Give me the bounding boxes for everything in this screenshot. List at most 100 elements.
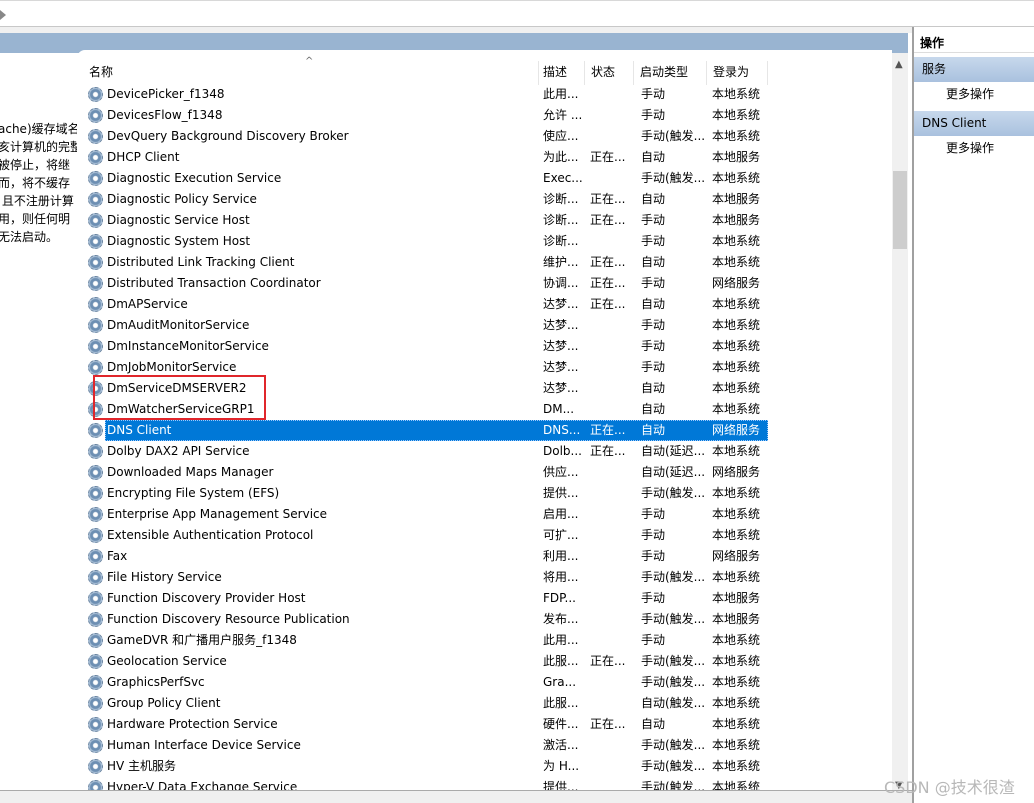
cell-logon-as: 网络服务 <box>712 276 761 290</box>
service-row[interactable]: Hardware Protection Service 硬件... 正在... 自动 本… <box>77 714 892 735</box>
cell-name: Diagnostic Policy Service <box>107 192 257 206</box>
cell-logon-as: 本地系统 <box>712 402 761 416</box>
cell-logon-as: 本地服务 <box>712 612 761 626</box>
service-row[interactable]: Fax 利用... 手动 网络服务 <box>77 546 892 567</box>
gear-icon <box>88 171 103 186</box>
service-row[interactable]: DmInstanceMonitorService 达梦... 手动 本地系统 <box>77 336 892 357</box>
service-row[interactable]: Human Interface Device Service 激活... 手动(触发… <box>77 735 892 756</box>
cell-startup-type: 手动(触发... <box>641 738 706 752</box>
cell-logon-as: 本地系统 <box>712 297 761 311</box>
service-row[interactable]: HV 主机服务 为 H... 手动(触发... 本地系统 <box>77 756 892 777</box>
gear-icon <box>88 297 103 312</box>
cell-logon-as: 网络服务 <box>712 549 761 563</box>
services-table: ^ 名称 描述 状态 启动类型 登录为 DevicePicker_f1348 此用… <box>77 50 892 790</box>
cell-status: 正在... <box>590 297 626 311</box>
actions-section-dns-client[interactable]: DNS Client <box>914 111 1034 136</box>
gear-icon <box>88 129 103 144</box>
cell-name: Diagnostic Execution Service <box>107 171 282 185</box>
watermark: CSDN @技术很渣 <box>884 778 1015 797</box>
service-row[interactable]: DHCP Client 为此... 正在... 自动 本地服务 <box>77 147 892 168</box>
cell-startup-type: 手动 <box>641 528 666 542</box>
service-row[interactable]: Group Policy Client 此服... 自动(触发... 本地系统 <box>77 693 892 714</box>
vertical-scrollbar[interactable]: ▲ ▼ <box>892 53 908 795</box>
gear-icon <box>88 633 103 648</box>
service-row[interactable]: Hyper-V Data Exchange Service 提供... 手动(触发.… <box>77 777 892 790</box>
service-row[interactable]: Distributed Link Tracking Client 维护... 正在.… <box>77 252 892 273</box>
gear-icon <box>88 591 103 606</box>
cell-startup-type: 手动(触发... <box>641 171 706 185</box>
cell-name: DevQuery Background Discovery Broker <box>107 129 349 143</box>
service-row[interactable]: DevQuery Background Discovery Broker 使应..… <box>77 126 892 147</box>
cell-startup-type: 手动(触发... <box>641 759 706 773</box>
cell-logon-as: 本地服务 <box>712 150 761 164</box>
more-actions-link[interactable]: 更多操作 <box>914 136 1034 161</box>
cell-name: DmInstanceMonitorService <box>107 339 269 353</box>
gear-icon <box>88 213 103 228</box>
scrollbar-thumb[interactable] <box>893 171 907 249</box>
cell-description: 供应... <box>543 465 579 479</box>
cell-startup-type: 手动 <box>641 213 666 227</box>
cell-description: FDP... <box>543 591 576 605</box>
service-row[interactable]: DmAuditMonitorService 达梦... 手动 本地系统 <box>77 315 892 336</box>
cell-startup-type: 手动 <box>641 339 666 353</box>
cell-logon-as: 本地系统 <box>712 129 761 143</box>
service-row[interactable]: Encrypting File System (EFS) 提供... 手动(触发..… <box>77 483 892 504</box>
cell-name: Hardware Protection Service <box>107 717 278 731</box>
cell-name: Dolby DAX2 API Service <box>107 444 250 458</box>
service-row[interactable]: DmAPService 达梦... 正在... 自动 本地系统 <box>77 294 892 315</box>
scroll-up-icon[interactable]: ▲ <box>895 59 903 70</box>
cell-logon-as: 本地系统 <box>712 696 761 710</box>
cell-logon-as: 本地系统 <box>712 486 761 500</box>
cell-logon-as: 本地系统 <box>712 360 761 374</box>
cell-startup-type: 自动 <box>641 402 666 416</box>
cell-startup-type: 自动(触发... <box>641 696 706 710</box>
service-row[interactable]: Extensible Authentication Protocol 可扩... 手… <box>77 525 892 546</box>
service-row[interactable]: GraphicsPerfSvc Gra... 手动(触发... 本地系统 <box>77 672 892 693</box>
cell-logon-as: 本地服务 <box>712 213 761 227</box>
service-row[interactable]: Enterprise App Management Service 启用... 手动… <box>77 504 892 525</box>
service-row[interactable]: File History Service 将用... 手动(触发... 本地系统 <box>77 567 892 588</box>
service-row[interactable]: Geolocation Service 此服... 正在... 手动(触发... 本地系… <box>77 651 892 672</box>
column-header-status[interactable]: 状态 <box>585 61 634 85</box>
gear-icon <box>88 234 103 249</box>
cell-description: 达梦... <box>543 318 579 332</box>
cell-status: 正在... <box>590 213 626 227</box>
gear-icon <box>88 486 103 501</box>
service-row[interactable]: DevicePicker_f1348 此用... 手动 本地系统 <box>77 84 892 105</box>
cell-description: 为 H... <box>543 759 580 773</box>
service-row[interactable]: Distributed Transaction Coordinator 协调...… <box>77 273 892 294</box>
service-row[interactable]: GameDVR 和广播用户服务_f1348 此用... 手动 本地系统 <box>77 630 892 651</box>
service-row[interactable]: Diagnostic Service Host 诊断... 正在... 手动 本地服务 <box>77 210 892 231</box>
cell-startup-type: 手动 <box>641 591 666 605</box>
service-description: ache)缓存域名 亥计算机的完整 被停止，将继 而，将不缓存 且不注册计算 用… <box>0 122 78 244</box>
actions-section-services[interactable]: 服务 <box>914 57 1034 82</box>
service-row[interactable]: Function Discovery Resource Publication 发… <box>77 609 892 630</box>
cell-startup-type: 自动 <box>641 381 666 395</box>
cell-description: 此服... <box>543 696 579 710</box>
cell-startup-type: 手动 <box>641 276 666 290</box>
cell-startup-type: 手动 <box>641 507 666 521</box>
cell-description: DM... <box>543 402 575 416</box>
status-bar <box>0 790 912 803</box>
column-header-logon-as[interactable]: 登录为 <box>707 61 768 85</box>
cell-name: GraphicsPerfSvc <box>107 675 205 689</box>
service-row[interactable]: Function Discovery Provider Host FDP... 手动… <box>77 588 892 609</box>
service-row[interactable]: Dolby DAX2 API Service Dolb... 正在... 自动(延迟.… <box>77 441 892 462</box>
more-actions-link[interactable]: 更多操作 <box>914 82 1034 107</box>
column-header-startup-type[interactable]: 启动类型 <box>634 61 707 85</box>
service-row[interactable]: DevicesFlow_f1348 允许 ... 手动 本地系统 <box>77 105 892 126</box>
column-header-description[interactable]: 描述 <box>537 61 585 85</box>
cell-name: Fax <box>107 549 128 563</box>
cell-status: 正在... <box>590 423 626 437</box>
column-header-name[interactable]: 名称 <box>83 61 539 85</box>
forward-arrow-icon[interactable] <box>0 10 6 20</box>
gear-icon <box>88 612 103 627</box>
cell-status: 正在... <box>590 444 626 458</box>
service-row[interactable]: Diagnostic System Host 诊断... 手动 本地系统 <box>77 231 892 252</box>
cell-logon-as: 本地服务 <box>712 591 761 605</box>
service-row[interactable]: Diagnostic Execution Service Exec... 手动(触发… <box>77 168 892 189</box>
service-row[interactable]: Downloaded Maps Manager 供应... 自动(延迟... 网络服务 <box>77 462 892 483</box>
service-row[interactable]: Diagnostic Policy Service 诊断... 正在... 自动 本地服… <box>77 189 892 210</box>
service-row[interactable]: DNS Client DNS... 正在... 自动 网络服务 <box>77 420 892 441</box>
cell-description: 诊断... <box>543 192 579 206</box>
